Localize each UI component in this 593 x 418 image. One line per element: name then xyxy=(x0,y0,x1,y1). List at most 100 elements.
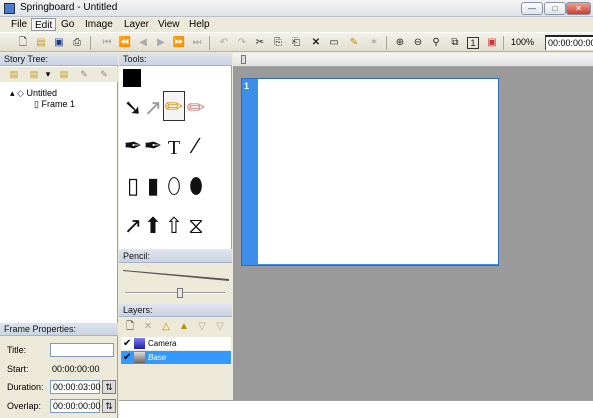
ellipse-filled-icon[interactable]: ⬮ xyxy=(185,171,207,201)
copy-icon[interactable]: ⎘ xyxy=(271,36,285,50)
new-layer-icon[interactable]: 🗋 xyxy=(123,320,137,334)
layer-thumbnail xyxy=(134,352,145,363)
drawing-canvas[interactable] xyxy=(258,79,498,264)
layer-properties-icon[interactable]: ▲ xyxy=(177,320,191,334)
rectangle-filled-icon[interactable]: ▮ xyxy=(142,171,164,201)
minimize-button[interactable]: — xyxy=(521,2,543,15)
size-slider-track[interactable] xyxy=(125,292,225,294)
frame-properties-header: Frame Properties: xyxy=(0,323,118,336)
fast-forward-icon[interactable]: ⏩ xyxy=(172,36,186,50)
tree-item-frame[interactable]: ▯ Frame 1 xyxy=(34,99,75,110)
dropdown-icon[interactable]: ▾ xyxy=(42,68,54,80)
arrow-outline-icon[interactable]: ⇧ xyxy=(163,211,185,241)
open-folder-icon[interactable]: ▤ xyxy=(34,36,48,50)
duration-input[interactable]: 00:00:03:00 xyxy=(50,380,101,394)
new-icon[interactable]: 🗋 xyxy=(16,36,30,50)
title-input[interactable] xyxy=(50,343,114,357)
last-frame-icon[interactable]: ⏭ xyxy=(190,36,204,50)
zoom-level: 100% xyxy=(511,37,535,47)
actual-size-icon[interactable]: 1 xyxy=(467,37,479,49)
title-bar: Springboard - Untitled — □ ✕ xyxy=(0,0,593,17)
pencil-alt-icon[interactable]: ✎ xyxy=(98,68,110,80)
zoom-out-icon[interactable]: ⊖ xyxy=(411,36,425,50)
overlap-input[interactable]: 00:00:00:00 xyxy=(50,399,101,413)
delete-layer-icon[interactable]: ✕ xyxy=(141,320,155,334)
rewind-icon[interactable]: ⏪ xyxy=(118,36,132,50)
duration-label: Duration: xyxy=(7,382,44,392)
menu-image[interactable]: Image xyxy=(82,18,116,31)
size-slider-thumb[interactable] xyxy=(177,288,183,298)
layers-panel: Layers: 🗋 ✕ △ ▲ ▽ ▽ ✔ Camera ✔ Base xyxy=(119,304,232,398)
background-color-swatch[interactable] xyxy=(149,69,169,87)
title-label: Title: xyxy=(7,345,27,355)
tools-panel: Tools: ➘ ↗ ✏ ✏ ✒ ✒ T ∕ ▯ ▮ ⬯ ⬮ ↗ ⬆ ⇧ ⧖ xyxy=(119,53,232,249)
play-icon[interactable]: ▶ xyxy=(154,36,168,50)
expand-icon[interactable]: ▴ xyxy=(10,88,15,98)
menu-layer[interactable]: Layer xyxy=(121,18,152,31)
camera-zoom-icon[interactable]: ⧖ xyxy=(185,211,207,241)
tree-root-label: Untitled xyxy=(26,88,57,98)
print-icon[interactable]: ⎙ xyxy=(70,36,84,50)
overlap-label: Overlap: xyxy=(7,401,42,411)
layer-merge-icon[interactable]: ▽ xyxy=(213,320,227,334)
zoom-search-icon[interactable]: ⚲ xyxy=(429,36,443,50)
cut-icon[interactable]: ✂ xyxy=(253,36,267,50)
eraser-pencil-icon[interactable]: ✏ xyxy=(185,93,207,123)
delete-icon[interactable]: ✕ xyxy=(309,36,323,50)
layer-row[interactable]: ✔ Base xyxy=(121,351,231,364)
pencil-panel: Pencil: xyxy=(119,250,232,303)
start-label: Start: xyxy=(7,364,29,374)
menu-edit[interactable]: Edit xyxy=(31,18,57,31)
pen-tool-icon[interactable]: ✒ xyxy=(122,131,144,161)
duration-stepper[interactable]: ⇅ xyxy=(102,380,116,394)
line-tool-icon[interactable]: ∕ xyxy=(185,131,207,161)
layer-row[interactable]: ✔ Camera xyxy=(121,337,231,350)
text-tool-icon[interactable]: T xyxy=(163,133,185,163)
layer-down-icon[interactable]: ▽ xyxy=(195,320,209,334)
fit-screen-icon[interactable]: ⧉ xyxy=(448,36,462,50)
visibility-check-icon[interactable]: ✔ xyxy=(123,337,131,350)
ellipse-outline-icon[interactable]: ⬯ xyxy=(163,171,185,201)
redo-icon[interactable]: ↷ xyxy=(235,36,249,50)
storyboard-frame[interactable]: 1 xyxy=(241,78,499,266)
undo-icon[interactable]: ↶ xyxy=(217,36,231,50)
new-scene-icon[interactable]: ▤ xyxy=(8,68,20,80)
foreground-color-swatch[interactable] xyxy=(123,69,141,87)
pointer-select-icon[interactable]: ↗ xyxy=(142,93,164,123)
zoom-in-icon[interactable]: ⊕ xyxy=(393,36,407,50)
frame-tool-icon[interactable]: ▭ xyxy=(327,36,341,50)
timeline-ruler[interactable] xyxy=(233,53,593,67)
timeline-marker[interactable] xyxy=(241,55,246,64)
add-folder-icon[interactable]: ▤ xyxy=(58,68,70,80)
tool-disabled-icon[interactable]: ✶ xyxy=(367,36,381,50)
maximize-button[interactable]: □ xyxy=(544,2,566,15)
save-icon[interactable]: ▣ xyxy=(52,36,66,50)
first-frame-icon[interactable]: ⏮ xyxy=(100,36,114,50)
menu-help[interactable]: Help xyxy=(186,18,213,31)
layer-up-icon[interactable]: △ xyxy=(159,320,173,334)
prev-frame-icon[interactable]: ◀ xyxy=(136,36,150,50)
folder-icon[interactable]: ▤ xyxy=(28,68,40,80)
arrow-select-icon[interactable]: ➘ xyxy=(122,93,144,123)
menu-view[interactable]: View xyxy=(155,18,183,31)
frame-properties-panel: Frame Properties: Title: Start: 00:00:00… xyxy=(0,323,118,418)
arrow-line-icon[interactable]: ↗ xyxy=(122,211,144,241)
timecode-display: 00:00:00:00 xyxy=(545,35,593,50)
visibility-check-icon[interactable]: ✔ xyxy=(123,351,131,364)
pencil-icon[interactable]: ✎ xyxy=(78,68,90,80)
ink-pen-icon[interactable]: ✒ xyxy=(142,131,164,161)
overlap-stepper[interactable]: ⇅ xyxy=(102,399,116,413)
pencil-tool-icon[interactable]: ✏ xyxy=(163,91,185,121)
menu-go[interactable]: Go xyxy=(58,18,77,31)
app-icon xyxy=(4,3,15,14)
tree-item-root[interactable]: ▴ ◇ Untitled xyxy=(10,88,57,99)
rectangle-outline-icon[interactable]: ▯ xyxy=(122,171,144,201)
paste-icon[interactable]: ⎗ xyxy=(289,36,303,50)
close-button[interactable]: ✕ xyxy=(566,2,591,15)
arrow-filled-icon[interactable]: ⬆ xyxy=(142,211,164,241)
layer-thumbnail xyxy=(134,338,145,349)
menu-file[interactable]: File xyxy=(8,18,30,31)
fullscreen-icon[interactable]: ▣ xyxy=(485,36,499,50)
stroke-preview xyxy=(123,270,229,281)
brush-icon[interactable]: ✎ xyxy=(347,36,361,50)
